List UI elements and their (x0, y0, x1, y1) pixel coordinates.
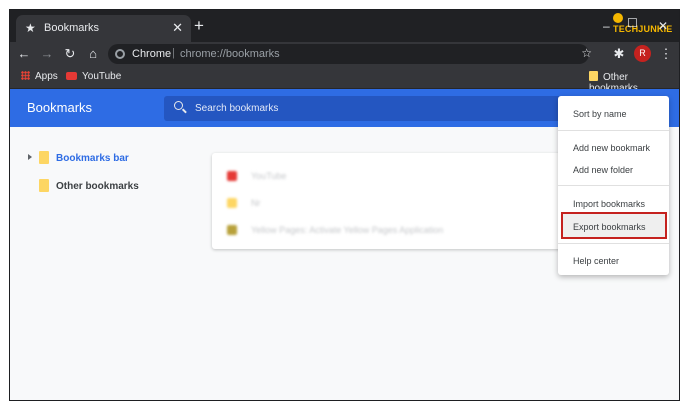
search-input[interactable]: Search bookmarks (164, 96, 609, 121)
folder-icon (227, 198, 237, 208)
tree-item-label: Bookmarks bar (56, 153, 129, 164)
close-tab-icon[interactable]: ✕ (172, 20, 183, 36)
bookmark-list-card: YouTube Nr Yellow Pages: Activate Yellow… (212, 153, 572, 249)
site-label: Chrome (132, 48, 172, 60)
extensions-icon[interactable]: ✱ (610, 46, 628, 62)
tab-bookmarks[interactable]: ★ Bookmarks ✕ (16, 15, 191, 42)
new-tab-button[interactable]: + (194, 17, 204, 34)
bookmark-star-icon[interactable]: ☆ (581, 46, 592, 60)
maximize-icon[interactable]: ☐ (627, 17, 638, 29)
address-separator: | (172, 47, 175, 59)
page-title: Bookmarks (27, 100, 93, 115)
search-icon (174, 101, 183, 110)
menu-item-import-bookmarks[interactable]: Import bookmarks (573, 199, 645, 209)
menu-item-help-center[interactable]: Help center (573, 256, 619, 266)
list-item-label: Yellow Pages: Activate Yellow Pages Appl… (251, 225, 444, 235)
folder-icon (589, 71, 598, 81)
list-item-label: Nr (251, 198, 261, 208)
menu-divider (558, 185, 669, 186)
list-item-label: YouTube (251, 171, 287, 181)
yellow-pages-icon (227, 225, 237, 235)
expand-arrow-icon[interactable] (28, 154, 32, 160)
bookmark-apps[interactable]: Apps (21, 71, 58, 82)
reload-icon[interactable]: ↻ (61, 46, 79, 62)
bookmark-label: Apps (35, 71, 58, 82)
folder-icon (39, 151, 49, 164)
chrome-site-icon (115, 49, 125, 59)
menu-kebab-icon[interactable]: ⋮ (657, 46, 675, 62)
menu-item-add-new-bookmark[interactable]: Add new bookmark (573, 143, 650, 153)
tree-item-label: Other bookmarks (56, 181, 139, 192)
close-window-icon[interactable]: ✕ (658, 20, 668, 32)
youtube-icon (227, 171, 237, 181)
bookmark-youtube[interactable]: YouTube (66, 71, 121, 82)
organize-menu: Sort by name Add new bookmark Add new fo… (558, 96, 669, 275)
tree-item-bookmarks-bar[interactable]: Bookmarks bar (28, 151, 129, 164)
address-bar[interactable]: Chrome | chrome://bookmarks ☆ (108, 44, 592, 64)
bookmark-label: YouTube (82, 71, 122, 82)
search-placeholder: Search bookmarks (195, 103, 279, 114)
forward-icon[interactable]: → (38, 46, 56, 62)
list-item[interactable]: Yellow Pages: Activate Yellow Pages Appl… (227, 225, 443, 235)
menu-item-export-bookmarks[interactable]: Export bookmarks (573, 222, 646, 232)
star-icon: ★ (25, 21, 36, 35)
menu-divider (558, 130, 669, 131)
url-text: chrome://bookmarks (180, 48, 280, 60)
apps-grid-icon (21, 71, 30, 80)
menu-item-sort-by-name[interactable]: Sort by name (573, 109, 627, 119)
back-icon[interactable]: ← (15, 46, 33, 62)
menu-divider (558, 243, 669, 244)
home-icon[interactable]: ⌂ (84, 46, 102, 62)
menu-item-add-new-folder[interactable]: Add new folder (573, 165, 633, 175)
techjunkie-logo-icon (613, 13, 623, 23)
browser-window: ★ Bookmarks ✕ + TECHJUNKIE – ☐ ✕ ← → ↻ ⌂… (9, 9, 680, 401)
browser-toolbar: ← → ↻ ⌂ Chrome | chrome://bookmarks ☆ ✱ … (10, 42, 679, 66)
bookmarks-bar: Apps YouTube Other bookmarks (10, 66, 679, 94)
screenshot-frame: ★ Bookmarks ✕ + TECHJUNKIE – ☐ ✕ ← → ↻ ⌂… (0, 0, 688, 409)
avatar[interactable]: R (634, 45, 651, 62)
list-item[interactable]: Nr (227, 198, 261, 208)
tab-title: Bookmarks (44, 22, 100, 34)
tree-item-other-bookmarks[interactable]: Other bookmarks (39, 179, 139, 192)
list-item[interactable]: YouTube (227, 171, 286, 181)
youtube-icon (66, 72, 77, 80)
folder-icon (39, 179, 49, 192)
tab-strip: ★ Bookmarks ✕ + TECHJUNKIE – ☐ ✕ (10, 10, 679, 42)
minimize-icon[interactable]: – (603, 20, 610, 32)
watermark: TECHJUNKIE (613, 13, 679, 34)
